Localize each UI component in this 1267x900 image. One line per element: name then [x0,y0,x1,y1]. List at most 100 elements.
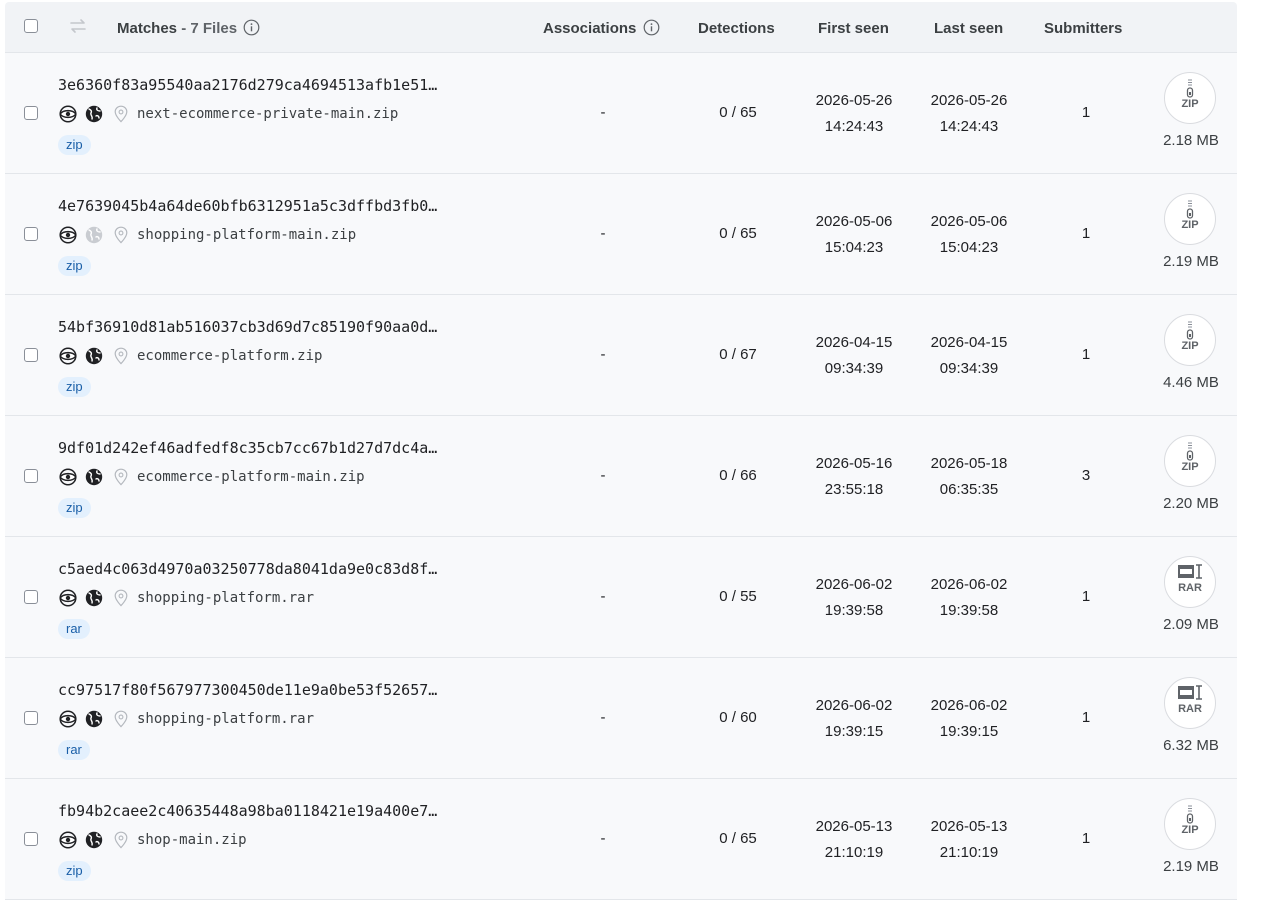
globe-icon [85,589,103,612]
file-size: 2.18 MB [1163,132,1219,149]
detections-value[interactable]: 0 / 65 [703,225,773,242]
table-body: 3e6360f83a95540aa2176d279ca4694513afb1e5… [5,53,1237,900]
table-row[interactable]: 9df01d242ef46adfedf8c35cb7cc67b1d27d7dc4… [5,416,1237,537]
file-name[interactable]: shop-main.zip [137,832,247,848]
submitters-value: 1 [1081,104,1091,121]
info-icon[interactable] [643,19,660,40]
eye-icon [58,105,78,128]
file-name[interactable]: ecommerce-platform-main.zip [137,469,365,485]
eye-icon [58,347,78,370]
detections-value[interactable]: 0 / 65 [703,830,773,847]
table-row[interactable]: c5aed4c063d4970a03250778da8041da9e0c83d8… [5,537,1237,658]
table-row[interactable]: fb94b2caee2c40635448a98ba0118421e19a400e… [5,779,1237,900]
file-type-tag[interactable]: zip [58,135,91,155]
file-name[interactable]: next-ecommerce-private-main.zip [137,106,398,122]
first-seen-date: 2026-05-13 [815,818,893,835]
file-type-icon: ZIP [1164,193,1216,245]
row-checkbox[interactable] [24,106,38,120]
file-hash-link[interactable]: 9df01d242ef46adfedf8c35cb7cc67b1d27d7dc4… [58,439,437,457]
first-seen-date: 2026-05-16 [815,455,893,472]
results-table: Matches - 7 Files Associations Detection… [5,2,1237,900]
file-type-tag[interactable]: zip [58,498,91,518]
file-hash-link[interactable]: cc97517f80f567977300450de11e9a0be53f5265… [58,681,437,699]
first-seen-date: 2026-05-26 [815,92,893,109]
associations-value: - [600,225,606,242]
file-icons [58,226,138,244]
associations-heading[interactable]: Associations [543,19,660,40]
file-type-tag[interactable]: zip [58,256,91,276]
associations-value: - [600,104,606,121]
file-type-tag[interactable]: rar [58,619,90,639]
detections-value[interactable]: 0 / 60 [703,709,773,726]
last-seen-date: 2026-05-06 [930,213,1008,230]
last-seen-value: 2026-06-02 19:39:58 [914,572,1024,624]
detections-value[interactable]: 0 / 55 [703,588,773,605]
file-hash-link[interactable]: c5aed4c063d4970a03250778da8041da9e0c83d8… [58,560,437,578]
file-icons [58,589,138,607]
first-seen-date: 2026-06-02 [815,576,893,593]
file-name[interactable]: shopping-platform.rar [137,711,314,727]
file-type-label: ZIP [1181,461,1199,473]
file-type-tag[interactable]: rar [58,740,90,760]
globe-icon [85,226,103,249]
detections-value[interactable]: 0 / 67 [703,346,773,363]
last-seen-date: 2026-05-26 [930,92,1008,109]
row-checkbox[interactable] [24,348,38,362]
table-row[interactable]: cc97517f80f567977300450de11e9a0be53f5265… [5,658,1237,779]
submitters-value: 1 [1081,225,1091,242]
eye-icon [58,710,78,733]
table-row[interactable]: 4e7639045b4a64de60bfb6312951a5c3dffbd3fb… [5,174,1237,295]
location-pin-icon [113,105,129,128]
file-icons [58,468,138,486]
first-seen-time: 09:34:39 [824,360,884,377]
file-hash-link[interactable]: 3e6360f83a95540aa2176d279ca4694513afb1e5… [58,76,437,94]
file-type-label: ZIP [1181,340,1199,352]
last-seen-value: 2026-05-06 15:04:23 [914,209,1024,261]
file-size: 2.20 MB [1163,495,1219,512]
associations-value: - [600,467,606,484]
file-type-label: ZIP [1181,98,1199,110]
detections-value[interactable]: 0 / 66 [703,467,773,484]
location-pin-icon [113,589,129,612]
detections-value[interactable]: 0 / 65 [703,104,773,121]
associations-value: - [600,588,606,605]
file-size: 2.19 MB [1163,253,1219,270]
info-icon[interactable] [243,19,260,40]
row-checkbox[interactable] [24,590,38,604]
first-seen-time: 14:24:43 [824,118,884,135]
table-row[interactable]: 3e6360f83a95540aa2176d279ca4694513afb1e5… [5,53,1237,174]
submitters-value: 1 [1081,709,1091,726]
file-type-tag[interactable]: zip [58,377,91,397]
last-seen-value: 2026-06-02 19:39:15 [914,693,1024,745]
swap-arrows-icon[interactable] [68,17,88,40]
last-seen-time: 09:34:39 [939,360,999,377]
last-seen-heading[interactable]: Last seen [934,20,1003,37]
row-checkbox[interactable] [24,469,38,483]
file-type-tag[interactable]: zip [58,861,91,881]
file-name[interactable]: shopping-platform.rar [137,590,314,606]
file-icons [58,710,138,728]
file-type-icon: ZIP [1164,72,1216,124]
file-type-label: RAR [1178,703,1202,715]
table-row[interactable]: 54bf36910d81ab516037cb3d69d7c85190f90aa0… [5,295,1237,416]
last-seen-time: 21:10:19 [939,844,999,861]
row-checkbox[interactable] [24,227,38,241]
detections-heading[interactable]: Detections [698,20,775,37]
first-seen-value: 2026-05-16 23:55:18 [799,451,909,503]
eye-icon [58,589,78,612]
file-hash-link[interactable]: 4e7639045b4a64de60bfb6312951a5c3dffbd3fb… [58,197,437,215]
file-name[interactable]: shopping-platform-main.zip [137,227,356,243]
select-all-checkbox[interactable] [24,19,38,33]
first-seen-value: 2026-06-02 19:39:15 [799,693,909,745]
row-checkbox[interactable] [24,711,38,725]
file-type-icon: RAR [1164,556,1216,608]
first-seen-value: 2026-05-13 21:10:19 [799,814,909,866]
first-seen-heading[interactable]: First seen [818,20,889,37]
file-hash-link[interactable]: fb94b2caee2c40635448a98ba0118421e19a400e… [58,802,437,820]
file-hash-link[interactable]: 54bf36910d81ab516037cb3d69d7c85190f90aa0… [58,318,437,336]
submitters-heading[interactable]: Submitters [1044,20,1122,37]
file-name[interactable]: ecommerce-platform.zip [137,348,322,364]
location-pin-icon [113,347,129,370]
row-checkbox[interactable] [24,832,38,846]
first-seen-time: 21:10:19 [824,844,884,861]
